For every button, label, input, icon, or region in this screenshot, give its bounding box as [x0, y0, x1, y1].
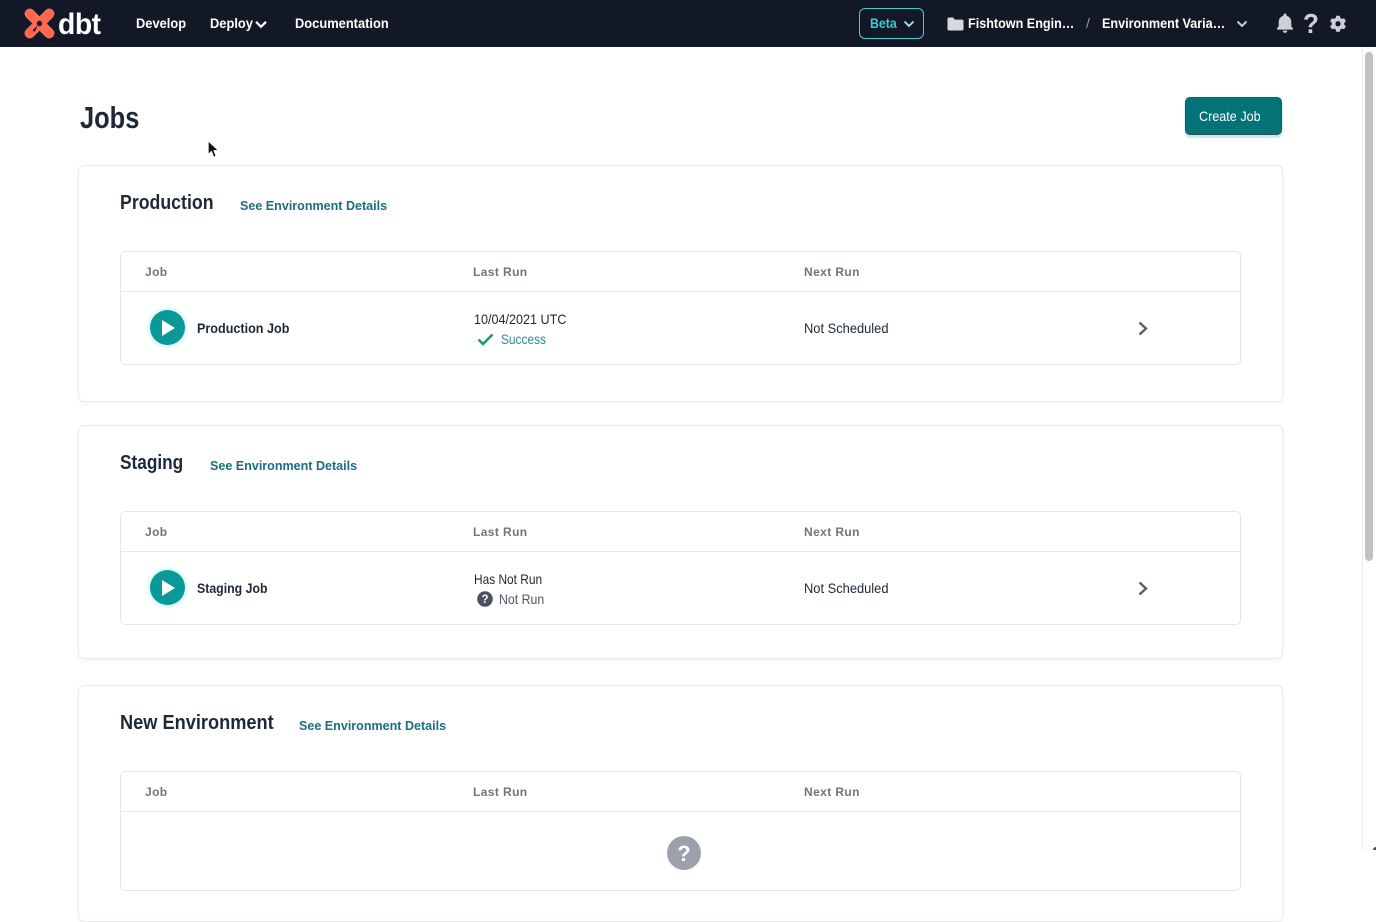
svg-text:?: ? [677, 841, 690, 866]
svg-text:?: ? [481, 594, 488, 606]
